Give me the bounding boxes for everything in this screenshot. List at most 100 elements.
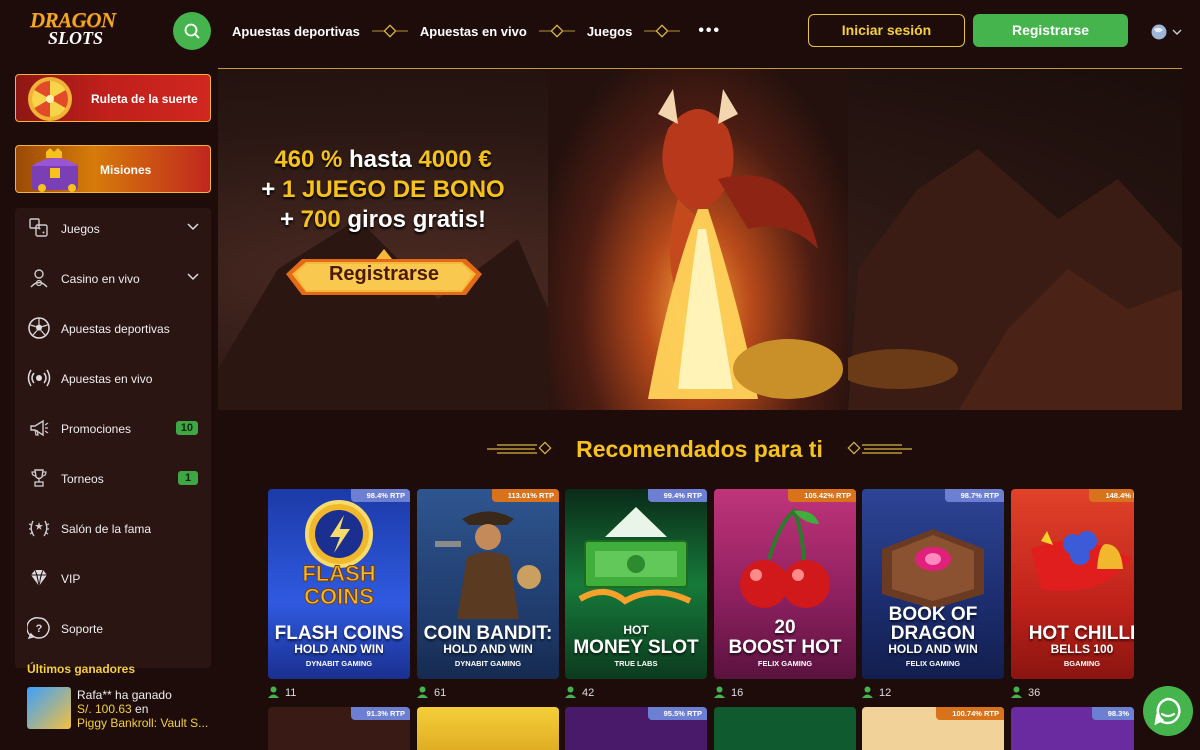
live-casino-icon <box>30 269 48 288</box>
promotions-count-badge: 10 <box>175 421 198 435</box>
nav-separator-icon <box>538 24 575 38</box>
lucky-wheel-label: Ruleta de la suerte <box>91 92 198 106</box>
winner-game-thumbnail[interactable] <box>27 687 71 729</box>
game-provider: DYNABIT GAMING <box>454 659 522 668</box>
winner-entry[interactable]: Rafa** ha ganado S/. 100.63 en Piggy Ban… <box>27 687 217 733</box>
game-subtitle: 20 <box>774 617 796 638</box>
cowboy-illustration-icon <box>435 511 541 619</box>
more-menu-icon[interactable]: ••• <box>698 22 721 40</box>
game-card[interactable]: 98.3% <box>1011 707 1134 750</box>
sidebar-item-games[interactable]: Juegos <box>15 208 211 248</box>
game-subtitle: HOLD AND WIN <box>443 642 533 656</box>
nav-sports-betting[interactable]: Apuestas deportivas <box>232 24 360 39</box>
game-title: BOOST HOT <box>728 637 842 658</box>
register-button[interactable]: Registrarse <box>973 14 1128 47</box>
svg-text:FLASH: FLASH <box>302 561 375 586</box>
user-icon <box>417 686 428 698</box>
user-icon <box>714 686 725 698</box>
winner-amount: S/. 100.63 en <box>77 702 149 716</box>
rtp-badge: 98.7% RTP <box>944 489 1004 502</box>
nav-games[interactable]: Juegos <box>587 24 633 39</box>
search-button[interactable] <box>173 12 211 50</box>
sidebar-item-tournaments[interactable]: Torneos 1 <box>15 458 211 498</box>
sidebar-item-hall-of-fame[interactable]: Salón de la fama <box>15 508 211 548</box>
cherries-icon <box>740 507 830 608</box>
sidebar-item-support[interactable]: ? Soporte <box>15 608 211 648</box>
game-card[interactable]: 95.5% RTP <box>565 707 707 750</box>
game-card-book-of-dragon[interactable]: 98.7% RTP BOOK OF DRAGON HOLD AND WIN FE… <box>862 489 1004 679</box>
user-icon <box>1011 686 1022 698</box>
rtp-badge: 91.3% RTP <box>350 707 410 720</box>
sidebar-item-live-betting[interactable]: Apuestas en vivo <box>15 358 211 398</box>
user-icon <box>268 686 279 698</box>
svg-text:?: ? <box>36 623 43 635</box>
chat-bubble-icon <box>1154 697 1181 726</box>
search-icon <box>184 23 200 39</box>
winner-name: Rafa** ha ganado <box>77 688 172 702</box>
sidebar-item-label: Torneos <box>61 472 104 486</box>
rtp-badge: 113.01% RTP <box>491 489 559 502</box>
player-count: 11 <box>268 686 296 700</box>
language-selector[interactable] <box>1151 23 1185 41</box>
user-icon <box>862 686 873 698</box>
live-chat-button[interactable] <box>1143 686 1193 736</box>
game-card-hot-money-slot[interactable]: 99.4% RTP HOT MONEY SLOT TRUE LABS <box>565 489 707 679</box>
nav-separator-icon <box>644 24 681 38</box>
player-count: 42 <box>565 686 594 700</box>
globe-icon <box>1151 24 1182 40</box>
sidebar-menu: Juegos Casino en vivo Apuestas deportiva… <box>15 208 211 668</box>
game-provider: DYNABIT GAMING <box>305 659 373 668</box>
game-card-coin-bandit[interactable]: 113.01% RTP COIN BANDIT: HOLD AND WIN DY… <box>417 489 559 679</box>
game-card[interactable]: 91.3% RTP <box>268 707 410 750</box>
soccer-ball-icon <box>28 317 50 339</box>
trophy-icon <box>31 469 47 487</box>
game-card[interactable] <box>417 707 559 750</box>
top-bar: DRAGON SLOTS Apuestas deportivas Apuesta… <box>0 0 1200 62</box>
hero-register-button[interactable]: Registrarse <box>284 245 484 303</box>
sidebar-item-label: Soporte <box>61 622 104 636</box>
dragon-book-icon <box>882 529 984 609</box>
sidebar-item-live-casino[interactable]: Casino en vivo <box>15 258 211 298</box>
lightning-coin-icon: FLASHCOINS <box>302 500 376 609</box>
game-card-hot-chilli-bells[interactable]: 148.4% RTP HOT CHILLI BELLS 100 BGAMING <box>1011 489 1134 679</box>
game-provider: FELIX GAMING <box>757 659 813 668</box>
sidebar-item-label: Casino en vivo <box>61 272 140 286</box>
lucky-wheel-banner[interactable]: Ruleta de la suerte <box>15 74 211 122</box>
game-card[interactable] <box>714 707 856 750</box>
logo-text-slots: SLOTS <box>48 28 104 48</box>
games-icon <box>29 218 48 237</box>
hero-banner[interactable]: 460 % hasta 4000 € + 1 JUEGO DE BONO + 7… <box>218 68 1182 410</box>
latest-winners-title: Últimos ganadores <box>27 662 136 676</box>
sidebar-item-vip[interactable]: VIP <box>15 558 211 598</box>
laurel-icon <box>28 520 50 537</box>
missions-banner[interactable]: Misiones <box>15 145 211 193</box>
rtp-badge: 99.4% RTP <box>647 489 707 502</box>
winner-game-link[interactable]: Piggy Bankroll: Vault S... <box>77 716 227 730</box>
game-card-20-boost-hot[interactable]: 105.42% RTP 20 BOOST HOT FELIX GAMING <box>714 489 856 679</box>
game-thumbnail <box>714 707 856 750</box>
game-card-flash-coins[interactable]: FLASH COINS 98.4% RTP FLASH COINS HOLD AN… <box>268 489 410 679</box>
sidebar-item-sports-betting[interactable]: Apuestas deportivas <box>15 308 211 348</box>
rtp-badge: 100.74% RTP <box>936 707 1004 720</box>
svg-text:COINS: COINS <box>304 584 374 609</box>
main-nav: Apuestas deportivas Apuestas en vivo Jue… <box>232 22 721 40</box>
sidebar-item-promotions[interactable]: Promociones 10 <box>15 408 211 448</box>
nav-live-betting[interactable]: Apuestas en vivo <box>420 24 527 39</box>
user-icon <box>565 686 576 698</box>
hero-offer-text: 460 % hasta 4000 € + 1 JUEGO DE BONO + 7… <box>261 146 505 233</box>
rtp-badge: 105.42% RTP <box>788 489 856 502</box>
megaphone-icon <box>30 419 49 437</box>
money-stack-icon <box>578 507 692 605</box>
recommended-section-title: Recomendados para ti <box>487 434 912 464</box>
tournaments-count-badge: 1 <box>178 471 198 485</box>
game-thumbnail <box>417 707 559 750</box>
game-provider: BGAMING <box>1063 659 1101 668</box>
rtp-badge: 98.3% <box>1091 707 1134 720</box>
login-button[interactable]: Iniciar sesión <box>808 14 965 47</box>
rtp-badge: 95.5% RTP <box>647 707 707 720</box>
diamond-icon <box>31 569 47 587</box>
sidebar: Ruleta de la suerte Misiones Juegos Casi… <box>0 62 218 750</box>
game-card[interactable]: 100.74% RTP <box>862 707 1004 750</box>
sidebar-item-label: VIP <box>61 572 81 586</box>
dragon-slots-logo[interactable]: DRAGON SLOTS <box>30 8 122 48</box>
